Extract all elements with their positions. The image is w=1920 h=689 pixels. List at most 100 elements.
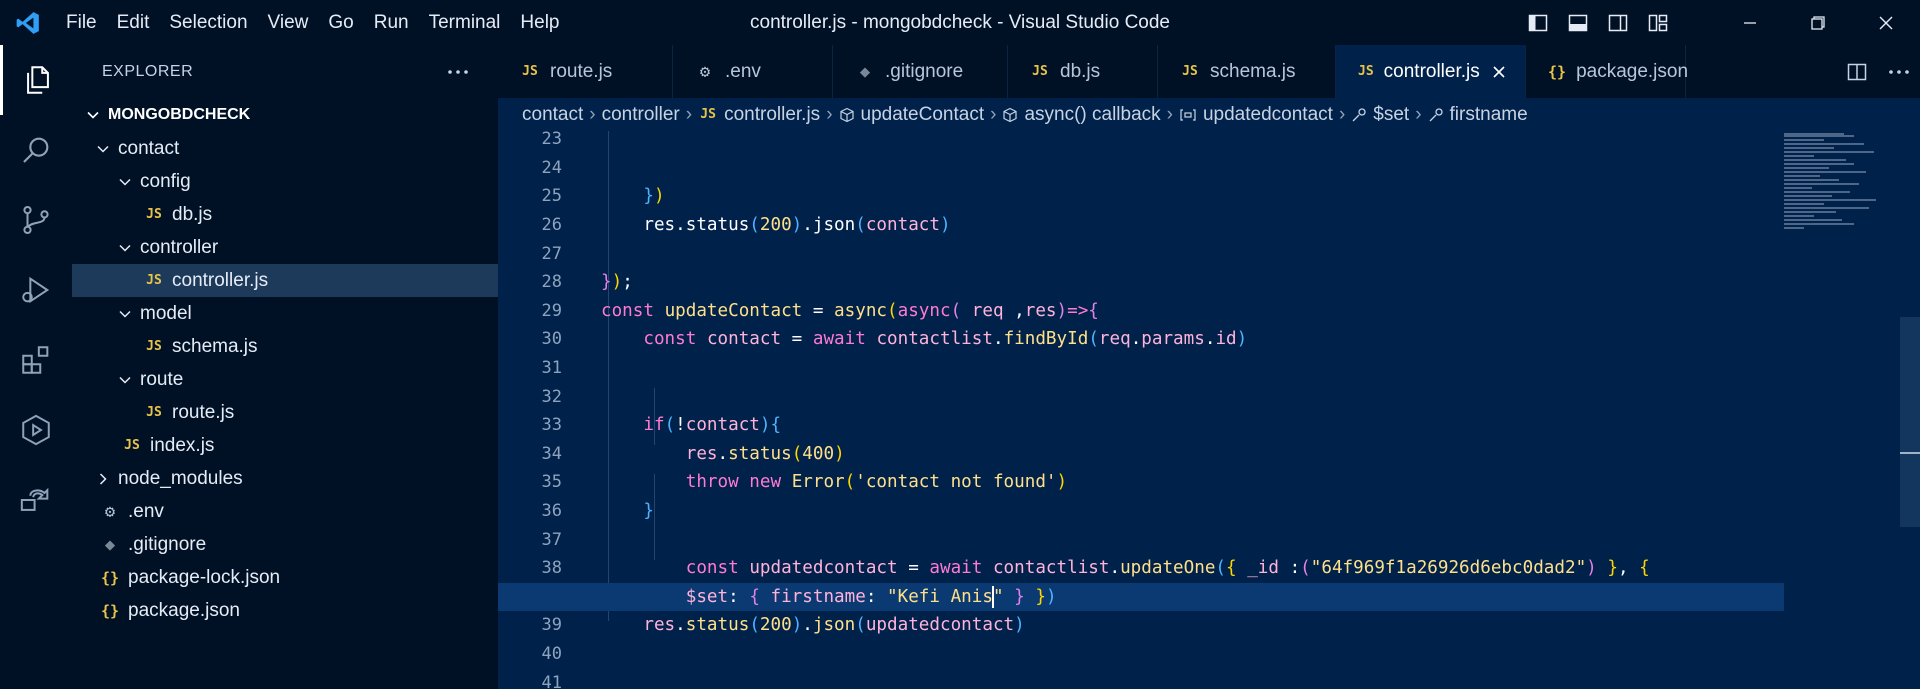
code-line: 35 throw new Error('contact not found') xyxy=(498,468,1784,497)
menu-help[interactable]: Help xyxy=(510,6,569,40)
tree-file[interactable]: ◆ .gitignore xyxy=(72,528,498,561)
minimap-line xyxy=(1784,167,1829,169)
breadcrumb-item[interactable]: contact xyxy=(522,104,583,126)
minimize-icon[interactable] xyxy=(1716,0,1784,45)
remote-explorer-icon[interactable] xyxy=(0,465,72,535)
tree-item-label: .env xyxy=(128,500,164,522)
code-token: ) xyxy=(1056,472,1068,493)
menu-file[interactable]: File xyxy=(56,6,107,40)
tab-schema-js[interactable]: JS schema.js xyxy=(1158,45,1336,98)
breadcrumb-item[interactable]: updateContact xyxy=(839,104,984,126)
code-editor[interactable]: 23 24 25 }) 26 res.status(200).json(contact… xyxy=(498,131,1920,689)
minimap[interactable] xyxy=(1784,131,1904,689)
tab-controller-js[interactable]: JS controller.js xyxy=(1336,45,1526,98)
code-token: status xyxy=(728,443,792,464)
workspace-section-header[interactable]: MONGOBDCHECK xyxy=(72,98,498,132)
code-token: ( xyxy=(1215,558,1227,579)
menu-view[interactable]: View xyxy=(258,6,319,40)
line-number: 37 xyxy=(541,529,562,550)
line-number: 31 xyxy=(541,358,562,379)
tab-route-js[interactable]: JS route.js xyxy=(498,45,673,98)
search-icon[interactable] xyxy=(0,115,72,185)
tree-folder[interactable]: controller xyxy=(72,231,498,264)
menu-go[interactable]: Go xyxy=(318,6,363,40)
explorer-icon[interactable] xyxy=(0,45,72,115)
js-file-icon: JS xyxy=(700,107,716,122)
breadcrumb-item[interactable]: firstname xyxy=(1428,104,1528,126)
tree-file[interactable]: JS controller.js xyxy=(72,264,498,297)
close-icon[interactable] xyxy=(1492,62,1506,82)
code-token: => xyxy=(1067,300,1089,321)
chevron-right-icon: › xyxy=(990,103,997,125)
js-file-icon: JS xyxy=(146,339,162,354)
tree-item-label: config xyxy=(140,170,191,192)
menu-run[interactable]: Run xyxy=(364,6,419,40)
tree-file[interactable]: JS index.js xyxy=(72,429,498,462)
tree-item-label: package.json xyxy=(128,599,240,621)
code-token: contact xyxy=(685,415,760,436)
close-icon[interactable] xyxy=(1852,0,1920,45)
tree-folder[interactable]: model xyxy=(72,297,498,330)
more-actions-icon[interactable] xyxy=(444,58,472,86)
menu-selection[interactable]: Selection xyxy=(159,6,257,40)
code-token: contact xyxy=(706,329,782,350)
line-number: 28 xyxy=(541,272,562,293)
tree-file[interactable]: {} package.json xyxy=(72,594,498,627)
tree-item-label: package-lock.json xyxy=(128,566,281,588)
code-line: 30 const contact = await contactlist.fin… xyxy=(498,325,1784,354)
tree-folder[interactable]: config xyxy=(72,165,498,198)
tab-package-json[interactable]: {} package.json xyxy=(1526,45,1688,98)
tree-item-label: contact xyxy=(118,137,180,159)
code-line: 39 res.status(200).json(updatedcontact) xyxy=(498,611,1784,640)
tree-file[interactable]: JS schema.js xyxy=(72,330,498,363)
menu-terminal[interactable]: Terminal xyxy=(419,6,511,40)
gear-icon: ⚙ xyxy=(699,61,711,82)
code-line: 41 xyxy=(498,668,1784,689)
toggle-secondary-sidebar-icon[interactable] xyxy=(1598,0,1638,45)
tree-folder[interactable]: contact xyxy=(72,132,498,165)
tree-file[interactable]: ⚙ .env xyxy=(72,495,498,528)
code-token: } xyxy=(1014,586,1025,607)
breadcrumb-item[interactable]: controller xyxy=(602,104,680,126)
code-token: } xyxy=(601,272,612,293)
tree-file[interactable]: JS db.js xyxy=(72,198,498,231)
toggle-primary-sidebar-icon[interactable] xyxy=(1518,0,1558,45)
extensions-icon[interactable] xyxy=(0,325,72,395)
code-token: ) xyxy=(1056,300,1068,321)
vertical-scrollbar[interactable] xyxy=(1900,317,1920,527)
run-debug-icon[interactable] xyxy=(0,255,72,325)
restore-icon[interactable] xyxy=(1784,0,1852,45)
split-editor-icon[interactable] xyxy=(1836,45,1878,98)
code-token: await xyxy=(929,558,993,579)
tree-folder[interactable]: node_modules xyxy=(72,462,498,495)
source-control-icon[interactable] xyxy=(0,185,72,255)
tree-folder[interactable]: route xyxy=(72,363,498,396)
activity-bar xyxy=(0,45,72,689)
tab-db-js[interactable]: JS db.js xyxy=(1008,45,1158,98)
testing-icon[interactable] xyxy=(0,395,72,465)
toggle-panel-icon[interactable] xyxy=(1558,0,1598,45)
code-text: const contact = await contactlist.findBy… xyxy=(601,329,1247,349)
menu-edit[interactable]: Edit xyxy=(107,6,160,40)
vscode-logo-icon[interactable] xyxy=(0,0,56,45)
js-file-icon: JS xyxy=(1032,64,1048,79)
tab-gitignore[interactable]: ◆ .gitignore xyxy=(833,45,1008,98)
breadcrumb-item[interactable]: updatedcontact xyxy=(1179,104,1333,126)
code-token: ( xyxy=(1300,558,1311,579)
customize-layout-icon[interactable] xyxy=(1638,0,1678,45)
code-line: 34 res.status(400) xyxy=(498,440,1784,469)
code-token: ! xyxy=(675,415,686,436)
code-token: updatedcontact xyxy=(865,615,1015,636)
breadcrumb-item[interactable]: JS controller.js xyxy=(698,104,820,126)
line-number: 26 xyxy=(541,215,562,236)
breadcrumb-item[interactable]: $set xyxy=(1351,104,1409,126)
tab-env[interactable]: ⚙ .env xyxy=(673,45,833,98)
code-token: ; xyxy=(622,272,633,293)
more-actions-icon[interactable] xyxy=(1878,45,1920,98)
file-tree: contact config JS db.js controller JS controll… xyxy=(72,132,498,627)
breadcrumb-item[interactable]: async() callback xyxy=(1002,104,1161,126)
tree-file[interactable]: {} package-lock.json xyxy=(72,561,498,594)
code-token: " xyxy=(992,586,1004,607)
tree-file[interactable]: JS route.js xyxy=(72,396,498,429)
